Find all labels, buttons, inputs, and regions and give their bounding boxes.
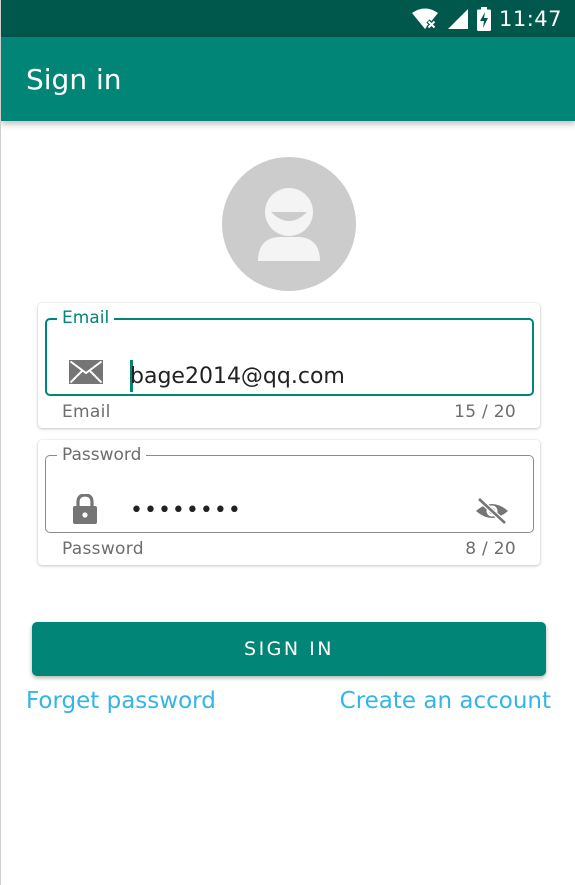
password-char-counter: 8 / 20: [465, 539, 516, 559]
status-clock: 11:47: [498, 6, 562, 31]
email-char-counter: 15 / 20: [454, 402, 516, 422]
sign-in-button[interactable]: SIGN IN: [32, 622, 546, 676]
sign-in-screen: 11:47 Sign in bage2014@qq.com Email Emai…: [0, 0, 575, 885]
app-bar: Sign in: [1, 37, 575, 121]
signal-icon: [447, 8, 468, 29]
email-floating-label: Email: [57, 308, 115, 328]
email-helper-text: Email: [62, 402, 111, 422]
page-title: Sign in: [26, 62, 122, 96]
battery-charging-icon: [476, 6, 491, 31]
password-field[interactable]: ••••••••: [45, 455, 534, 533]
password-input[interactable]: ••••••••: [130, 494, 242, 528]
wifi-off-icon: [411, 8, 438, 30]
avatar: [222, 157, 356, 291]
password-field-card: •••••••• Password Password 8 / 20: [38, 440, 540, 565]
create-account-link[interactable]: Create an account: [340, 688, 551, 714]
password-helper-text: Password: [62, 539, 144, 559]
email-icon: [69, 360, 103, 389]
forget-password-link[interactable]: Forget password: [26, 688, 216, 714]
visibility-off-icon[interactable]: [475, 497, 509, 530]
lock-icon: [73, 493, 97, 529]
password-floating-label: Password: [57, 445, 147, 465]
person-icon: [258, 188, 320, 261]
email-field[interactable]: bage2014@qq.com: [45, 318, 534, 396]
status-bar: 11:47: [1, 0, 575, 37]
email-field-card: bage2014@qq.com Email Email 15 / 20: [38, 303, 540, 428]
email-input[interactable]: bage2014@qq.com: [130, 360, 345, 394]
